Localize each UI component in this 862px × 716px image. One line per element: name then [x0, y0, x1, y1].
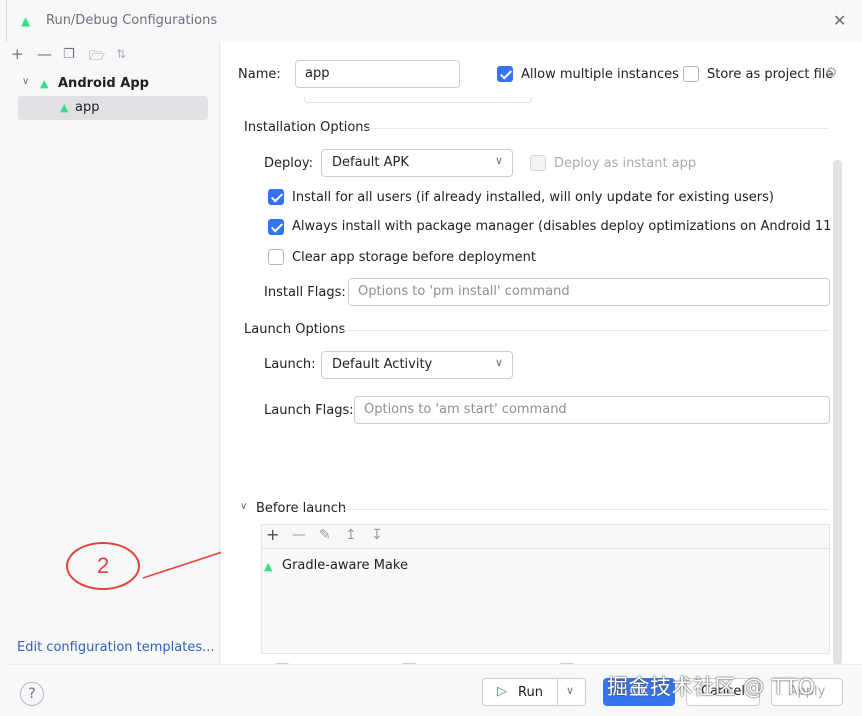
chevron-down-icon: ∨ — [494, 154, 503, 167]
instant-app-checkbox — [530, 155, 546, 171]
tree-item-android-app[interactable]: ∨ ▲ Android App — [18, 72, 208, 96]
move-down-icon[interactable]: ↧ — [371, 527, 383, 543]
chevron-down-icon[interactable]: ∨ — [566, 684, 574, 697]
clear-storage-checkbox[interactable] — [268, 249, 284, 265]
tree-label: Android App — [58, 76, 149, 91]
watermark-text: 掘金技术社区 @ TTO — [607, 675, 816, 699]
before-launch-task[interactable]: Gradle-aware Make — [282, 558, 408, 573]
run-button-group[interactable]: ▷ Run ∨ — [482, 678, 586, 706]
tree-item-app[interactable]: ▲ app — [18, 96, 208, 120]
clear-storage-label: Clear app storage before deployment — [292, 250, 536, 265]
sort-icon[interactable]: ⇅ — [116, 47, 126, 61]
store-project-label: Store as project file — [707, 67, 834, 82]
chevron-down-icon[interactable]: ∨ — [22, 76, 29, 87]
store-project-checkbox[interactable] — [683, 66, 699, 82]
copy-icon[interactable]: ❐ — [63, 47, 75, 62]
package-manager-label: Always install with package manager (dis… — [292, 219, 830, 234]
close-icon[interactable]: ✕ — [833, 11, 846, 30]
gear-icon[interactable]: ⚙ — [825, 65, 838, 81]
chevron-down-icon[interactable]: ∨ — [240, 501, 247, 512]
install-all-users-label: Install for all users (if already instal… — [292, 190, 774, 205]
new-folder-icon[interactable]: 🗁 — [89, 47, 105, 69]
launch-section-title: Launch Options — [244, 322, 346, 337]
instant-app-label: Deploy as instant app — [554, 156, 697, 171]
package-manager-clip: Always install with package manager (dis… — [292, 219, 830, 237]
tree-label: app — [75, 100, 100, 115]
remove-icon[interactable]: — — [37, 45, 52, 63]
allow-multiple-checkbox[interactable] — [497, 66, 513, 82]
launch-value: Default Activity — [332, 357, 433, 372]
name-label: Name: — [238, 67, 281, 82]
remove-task-icon[interactable]: — — [292, 527, 306, 543]
install-flags-label: Install Flags: — [264, 285, 346, 300]
chevron-down-icon: ∨ — [494, 356, 503, 369]
edit-task-icon[interactable]: ✎ — [319, 527, 331, 543]
run-play-icon: ▷ — [497, 684, 507, 699]
android-logo-icon: ▲ — [21, 14, 31, 28]
launch-select[interactable]: Default Activity ∨ — [321, 351, 513, 379]
name-input[interactable]: app — [295, 60, 460, 88]
allow-multiple-label: Allow multiple instances — [521, 67, 679, 82]
android-app-icon: ▲ — [40, 77, 49, 90]
section-divider — [340, 330, 829, 331]
add-icon[interactable]: + — [11, 45, 24, 63]
section-divider — [343, 509, 829, 510]
launch-flags-label: Launch Flags: — [264, 403, 354, 418]
deploy-select[interactable]: Default APK ∨ — [321, 149, 513, 177]
window-title: Run/Debug Configurations — [46, 13, 218, 28]
install-all-users-checkbox[interactable] — [268, 189, 284, 205]
edit-templates-link[interactable]: Edit configuration templates... — [17, 640, 215, 655]
deploy-label: Deploy: — [264, 156, 313, 171]
deploy-value: Default APK — [332, 155, 409, 170]
split-divider — [557, 679, 558, 705]
android-module-icon: ▲ — [60, 101, 69, 114]
run-label: Run — [518, 685, 543, 700]
install-flags-input[interactable]: Options to 'pm install' command — [348, 278, 830, 306]
vertical-scrollbar[interactable] — [833, 160, 842, 665]
launch-label: Launch: — [264, 357, 316, 372]
before-launch-title: Before launch — [256, 501, 347, 516]
name-dropdown-shadow — [304, 97, 532, 103]
package-manager-checkbox[interactable] — [268, 219, 284, 235]
add-task-icon[interactable]: + — [266, 525, 279, 544]
help-button[interactable]: ? — [20, 682, 44, 706]
launch-flags-input[interactable]: Options to 'am start' command — [354, 396, 830, 424]
annotation-number: 2 — [97, 553, 110, 578]
move-up-icon[interactable]: ↥ — [345, 527, 357, 543]
gradle-task-icon: ▲ — [264, 560, 273, 573]
section-divider — [362, 128, 829, 129]
installation-section-title: Installation Options — [244, 120, 371, 135]
